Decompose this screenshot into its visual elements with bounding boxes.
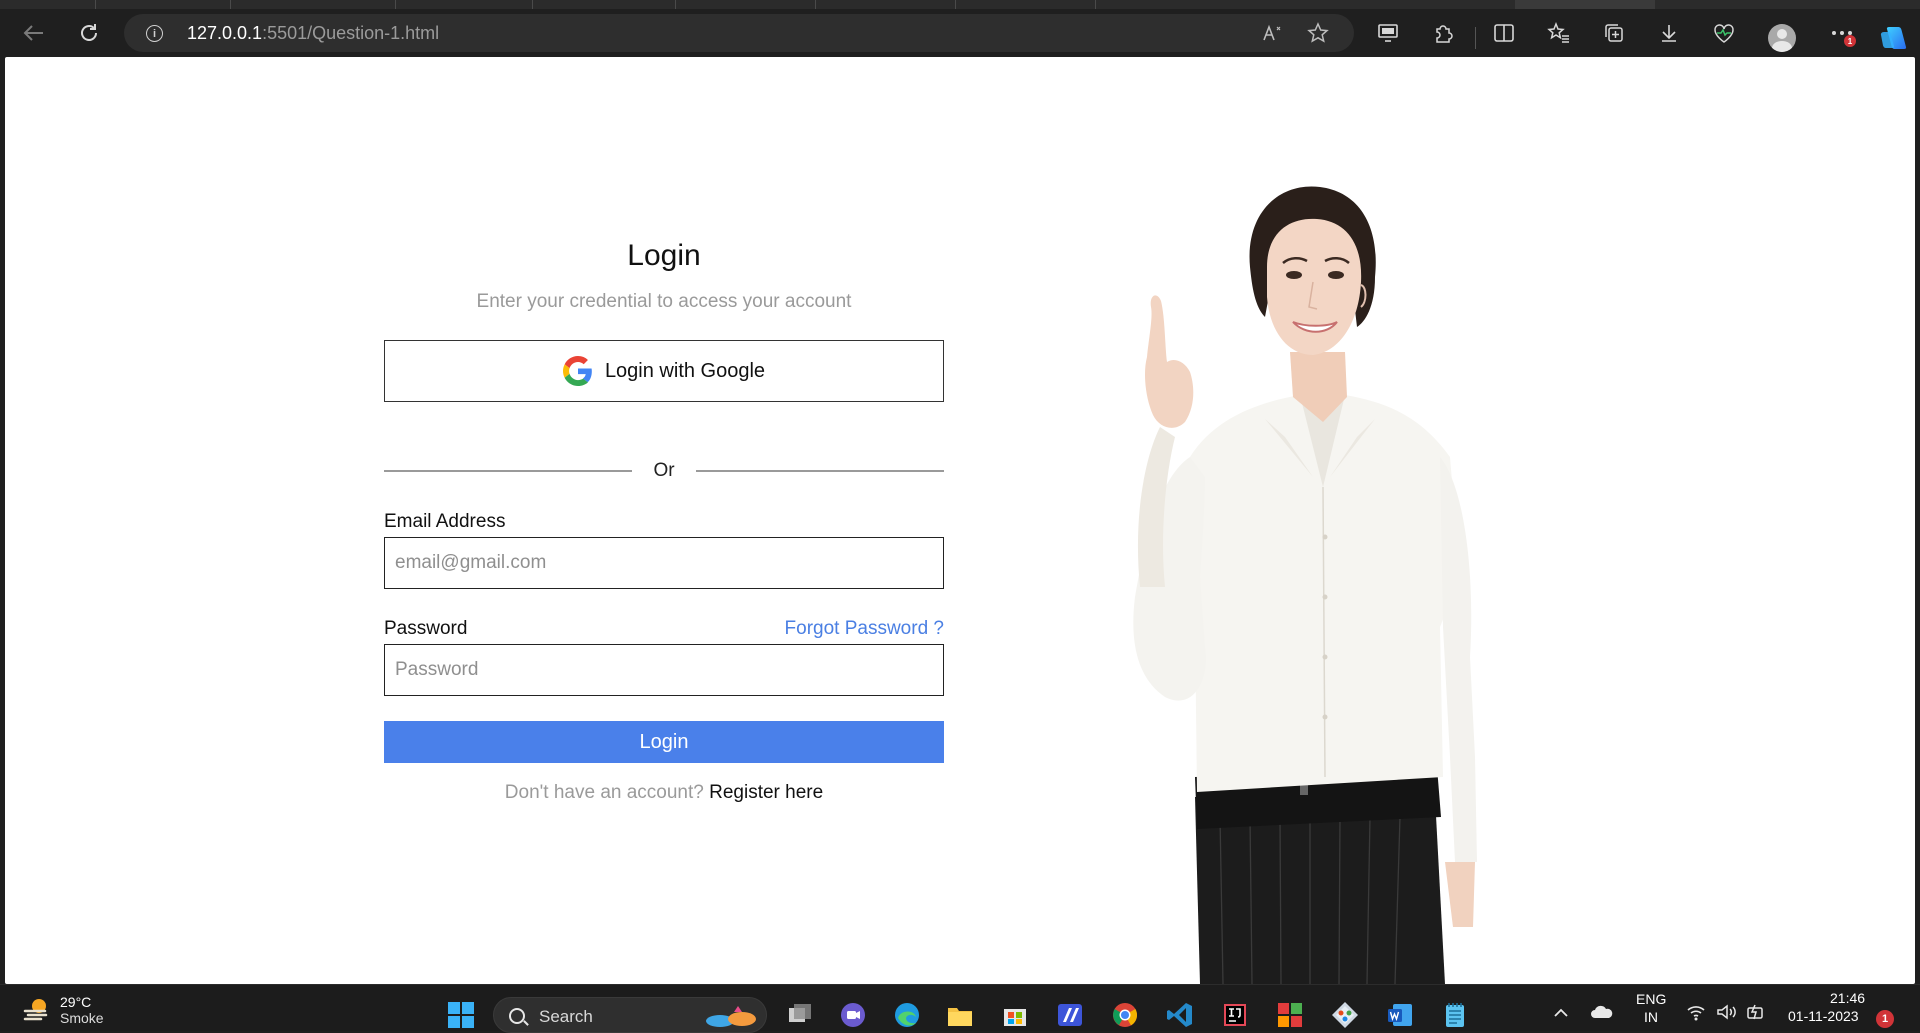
chrome-icon[interactable] [1110, 1000, 1140, 1030]
login-subtitle: Enter your credential to access your acc… [476, 291, 852, 312]
back-arrow-icon[interactable] [16, 17, 52, 49]
copilot-icon[interactable] [1880, 24, 1910, 52]
store-icon[interactable] [1000, 1000, 1030, 1030]
address-bar[interactable]: i 127.0.0.1:5501/Question-1.html [124, 14, 1354, 52]
notification-count-badge[interactable]: 1 [1876, 1010, 1894, 1028]
login-form: Login Enter your credential to access yo… [384, 57, 944, 984]
toolbar-separator [1475, 27, 1476, 49]
favorites-icon[interactable] [1541, 17, 1577, 49]
url-text[interactable]: 127.0.0.1:5501/Question-1.html [187, 23, 439, 44]
app-available-icon[interactable] [1370, 17, 1406, 49]
google-icon [562, 356, 592, 386]
divider-line-left [384, 470, 632, 472]
edge-icon[interactable] [892, 1000, 922, 1030]
extensions-icon[interactable] [1425, 17, 1461, 49]
hero-woman-image [1133, 186, 1477, 984]
browser-essentials-icon[interactable] [1706, 17, 1742, 49]
tab-separator [815, 0, 816, 9]
search-label: Search [539, 1007, 593, 1026]
word-icon[interactable] [1385, 1000, 1415, 1030]
onedrive-icon[interactable] [1590, 1004, 1614, 1020]
google-button-label: Login with Google [604, 359, 766, 382]
chevron-up-icon[interactable] [1553, 1007, 1569, 1019]
git-icon[interactable] [1330, 1000, 1360, 1030]
notification-badge: 1 [1844, 35, 1856, 47]
tab-separator [230, 0, 231, 9]
clock-time[interactable]: 21:46 [1830, 990, 1865, 1006]
divider-or: Or [653, 460, 675, 481]
weather-temp: 29°C [60, 994, 92, 1010]
windows-start-icon[interactable] [446, 1000, 476, 1030]
browser-toolbar: i 127.0.0.1:5501/Question-1.html 1 [0, 9, 1920, 57]
tab-separator [1095, 0, 1096, 9]
language-indicator[interactable]: ENG [1636, 991, 1666, 1007]
url-host: 127.0.0.1 [187, 23, 263, 43]
wifi-icon[interactable] [1686, 1003, 1706, 1021]
login-title: Login [627, 239, 701, 272]
clock-date[interactable]: 01-11-2023 [1788, 1008, 1859, 1024]
app-icon[interactable] [1055, 1000, 1085, 1030]
split-screen-icon[interactable] [1486, 17, 1522, 49]
tab-strip [0, 0, 1920, 9]
weather-condition: Smoke [60, 1010, 104, 1026]
refresh-icon[interactable] [71, 17, 107, 49]
teams-icon[interactable] [838, 1000, 868, 1030]
tab-separator [395, 0, 396, 9]
read-aloud-icon[interactable] [1259, 20, 1287, 46]
battery-charging-icon[interactable] [1746, 1003, 1766, 1021]
tab-separator [532, 0, 533, 9]
register-row: Don't have an account? Register here [384, 782, 944, 804]
volume-icon[interactable] [1716, 1003, 1738, 1021]
tab-separator [675, 0, 676, 9]
taskbar-search[interactable]: Search [493, 997, 767, 1033]
app-icon[interactable] [1275, 1000, 1305, 1030]
login-button[interactable]: Login [384, 721, 944, 763]
collections-icon[interactable] [1596, 17, 1632, 49]
password-label: Password [384, 618, 468, 639]
favorite-star-icon[interactable] [1304, 20, 1332, 46]
page-viewport: Login Enter your credential to access yo… [5, 57, 1915, 984]
intellij-icon[interactable] [1220, 1000, 1250, 1030]
tab-separator [955, 0, 956, 9]
vscode-icon[interactable] [1165, 1000, 1195, 1030]
divider-line-right [696, 470, 944, 472]
register-prompt: Don't have an account? [504, 782, 704, 803]
email-field[interactable] [384, 537, 944, 589]
region-indicator: IN [1644, 1009, 1658, 1025]
notepad-icon[interactable] [1440, 1000, 1470, 1030]
url-path: :5501/Question-1.html [262, 23, 440, 43]
login-with-google-button[interactable]: Login with Google [384, 340, 944, 402]
weather-widget[interactable]: 29°C Smoke [22, 994, 104, 1026]
weather-icon [23, 999, 48, 1021]
email-label: Email Address [384, 511, 506, 532]
search-icon [509, 1008, 525, 1024]
forgot-password-link[interactable]: Forgot Password ? [785, 618, 944, 640]
downloads-icon[interactable] [1651, 17, 1687, 49]
password-field[interactable] [384, 644, 944, 696]
tab-separator [95, 0, 96, 9]
active-tab[interactable] [1515, 0, 1655, 9]
task-view-icon[interactable] [785, 1000, 815, 1030]
search-highlight-icon [706, 1006, 756, 1027]
info-icon[interactable]: i [146, 25, 163, 42]
profile-icon[interactable] [1768, 24, 1796, 52]
windows-taskbar: 29°C Smoke Search ENG IN 21:46 01-11-202… [0, 984, 1920, 1033]
register-link[interactable]: Register here [709, 782, 823, 803]
file-explorer-icon[interactable] [945, 1000, 975, 1030]
